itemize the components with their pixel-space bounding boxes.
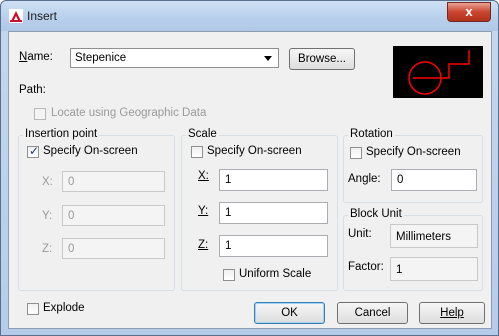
insertion-x-field[interactable]: 0: [62, 171, 165, 192]
rotation-specify-label: Specify On-screen: [366, 146, 461, 158]
title-bar[interactable]: Insert x: [1, 1, 498, 31]
name-label: Name:: [19, 51, 53, 63]
ok-button[interactable]: OK: [254, 302, 325, 324]
name-value: Stepenice: [75, 52, 127, 64]
unit-value-box: Millimeters: [390, 224, 478, 248]
scale-specify-label: Specify On-screen: [207, 145, 302, 157]
scale-y-value: 1: [225, 207, 232, 219]
autocad-app-icon: [9, 9, 23, 23]
geo-data-label: Locate using Geographic Data: [51, 107, 207, 119]
rotation-angle-label: Angle:: [348, 173, 381, 185]
rotation-angle-field[interactable]: 0: [391, 169, 477, 191]
insertion-point-title: Insertion point: [23, 128, 100, 140]
unit-value: Millimeters: [396, 231, 451, 243]
ok-button-label: OK: [281, 307, 298, 319]
insertion-z-field[interactable]: 0: [62, 238, 165, 259]
name-label-rest: ame:: [27, 51, 53, 63]
close-button[interactable]: x: [447, 2, 491, 22]
rotation-title: Rotation: [348, 128, 395, 140]
scale-x-label: X:: [198, 170, 209, 182]
insertion-specify-checkbox[interactable]: ✓: [27, 144, 40, 158]
path-label: Path:: [19, 84, 46, 96]
insertion-x-value: 0: [68, 176, 75, 188]
help-button[interactable]: Help: [419, 302, 485, 324]
scale-x-field[interactable]: 1: [219, 169, 328, 191]
scale-y-field[interactable]: 1: [219, 202, 328, 224]
uniform-scale-checkbox[interactable]: [223, 269, 235, 281]
factor-value: 1: [396, 264, 403, 276]
insertion-y-field[interactable]: 0: [62, 205, 165, 226]
insertion-x-label: X:: [42, 176, 53, 188]
unit-label: Unit:: [348, 228, 372, 240]
scale-specify-checkbox[interactable]: [191, 146, 203, 158]
browse-button[interactable]: Browse...: [289, 48, 355, 70]
browse-button-label: Browse...: [298, 53, 346, 65]
scale-title: Scale: [186, 128, 219, 140]
scale-z-label: Z:: [198, 239, 209, 251]
scale-y-label: Y:: [198, 205, 209, 217]
dropdown-arrow-icon[interactable]: [264, 56, 272, 61]
cancel-button-label: Cancel: [354, 307, 391, 319]
scale-z-value: 1: [225, 240, 232, 252]
insert-dialog: Insert x Name: Stepenice Browse... Path:…: [0, 0, 499, 336]
window-title: Insert: [27, 9, 58, 23]
scale-x-value: 1: [225, 174, 232, 186]
explode-checkbox[interactable]: [27, 303, 39, 315]
insertion-y-value: 0: [68, 210, 75, 222]
geo-data-checkbox[interactable]: [34, 108, 46, 120]
checkmark-icon: ✓: [29, 144, 40, 158]
uniform-scale-label: Uniform Scale: [239, 268, 312, 280]
factor-label: Factor:: [348, 261, 384, 273]
name-combobox[interactable]: Stepenice: [70, 48, 279, 68]
insertion-y-label: Y:: [42, 210, 53, 222]
insertion-z-value: 0: [68, 243, 75, 255]
dialog-body: Name: Stepenice Browse... Path: Locate u…: [8, 31, 492, 329]
insertion-z-label: Z:: [42, 243, 53, 255]
block-unit-title: Block Unit: [348, 208, 404, 220]
rotation-specify-checkbox[interactable]: [350, 147, 362, 159]
factor-value-box: 1: [390, 257, 478, 281]
close-icon: x: [465, 4, 473, 19]
explode-label: Explode: [43, 302, 85, 314]
rotation-angle-value: 0: [397, 174, 404, 186]
scale-z-field[interactable]: 1: [219, 235, 328, 257]
block-preview: [393, 46, 483, 98]
insertion-specify-label: Specify On-screen: [43, 145, 138, 157]
cancel-button[interactable]: Cancel: [337, 302, 408, 324]
help-button-label: Help: [440, 307, 464, 319]
